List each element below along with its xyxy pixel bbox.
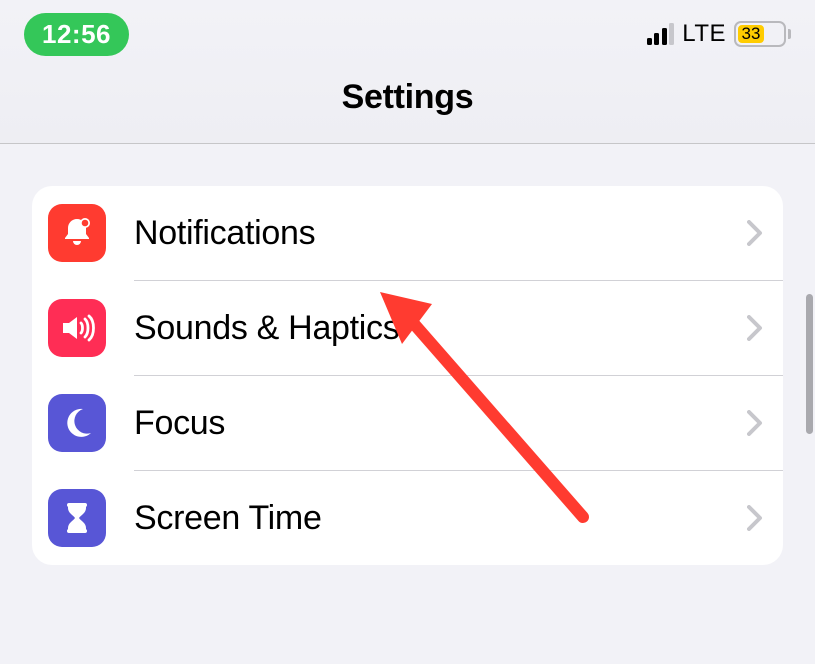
settings-row-label: Notifications: [134, 214, 719, 253]
battery-percent-label: 33: [738, 25, 764, 43]
status-time-pill[interactable]: 12:56: [24, 13, 129, 56]
status-bar: 12:56 LTE 33: [0, 0, 815, 64]
page-title: Settings: [0, 64, 815, 143]
status-right: LTE 33: [647, 20, 791, 48]
hourglass-icon: [48, 489, 106, 547]
settings-row-notifications[interactable]: Notifications: [32, 186, 783, 280]
chevron-right-icon: [747, 410, 763, 436]
settings-row-label: Focus: [134, 404, 719, 443]
speaker-icon: [48, 299, 106, 357]
cellular-signal-icon: [647, 23, 675, 45]
settings-row-sounds-haptics[interactable]: Sounds & Haptics: [32, 281, 783, 375]
battery-indicator: 33: [734, 21, 791, 47]
settings-row-label: Sounds & Haptics: [134, 309, 719, 348]
settings-row-label: Screen Time: [134, 499, 719, 538]
chevron-right-icon: [747, 220, 763, 246]
network-type-label: LTE: [682, 20, 726, 48]
bell-badge-icon: [48, 204, 106, 262]
chevron-right-icon: [747, 505, 763, 531]
settings-row-focus[interactable]: Focus: [32, 376, 783, 470]
settings-group: Notifications Sounds & Haptics Focus: [32, 186, 783, 565]
chevron-right-icon: [747, 315, 763, 341]
moon-icon: [48, 394, 106, 452]
header: 12:56 LTE 33 Settings: [0, 0, 815, 144]
content: Notifications Sounds & Haptics Focus: [0, 144, 815, 565]
settings-row-screen-time[interactable]: Screen Time: [32, 471, 783, 565]
scroll-indicator[interactable]: [806, 294, 813, 434]
